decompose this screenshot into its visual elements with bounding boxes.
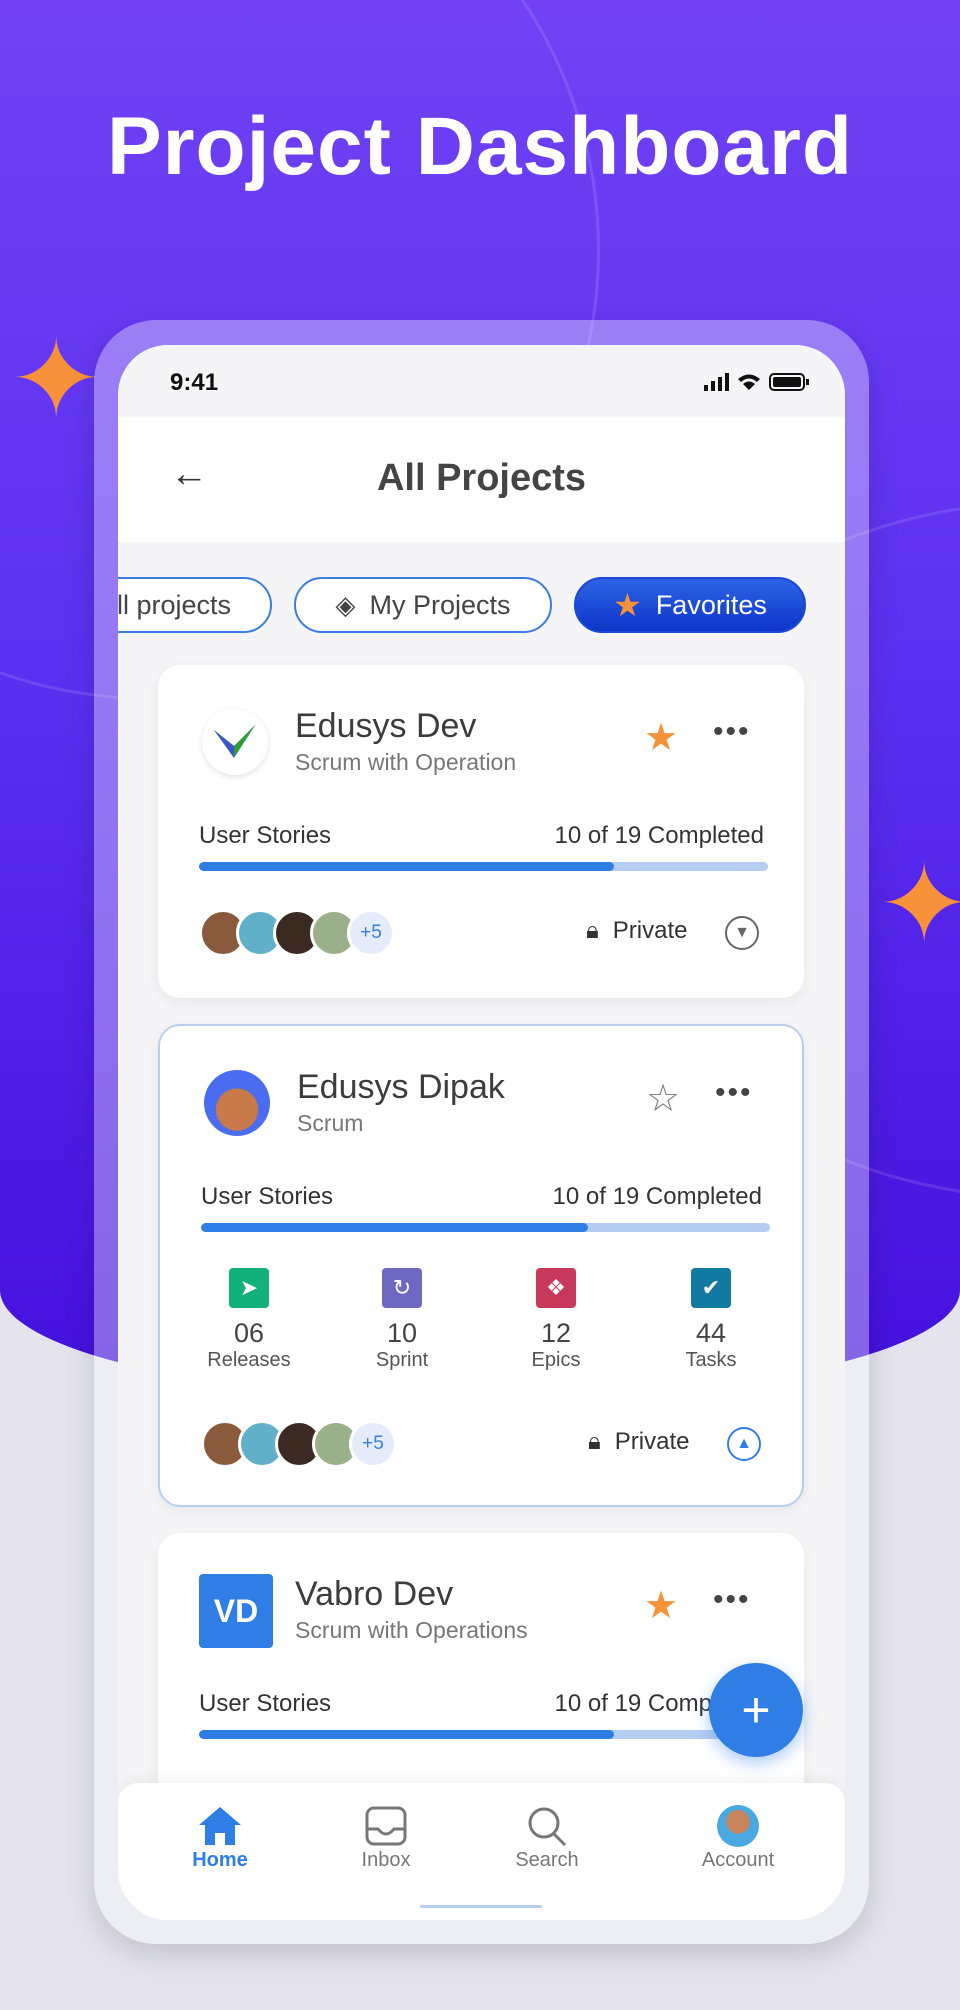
- stat-label: Epics: [531, 1349, 581, 1371]
- favorite-star-icon[interactable]: ☆: [646, 1080, 680, 1118]
- lock-icon: 🔒︎: [586, 917, 599, 944]
- favorite-star-icon[interactable]: ★: [644, 1587, 678, 1625]
- project-logo: [204, 1070, 270, 1136]
- stat-sprint[interactable]: ↻ 10 Sprint: [327, 1268, 477, 1372]
- chip-my-projects[interactable]: ◈ My Projects: [294, 577, 552, 633]
- stat-label: Tasks: [685, 1349, 737, 1371]
- expand-chevron-icon[interactable]: ▼: [725, 916, 759, 950]
- more-options-icon[interactable]: •••: [713, 1583, 751, 1617]
- project-name: Edusys Dipak: [297, 1068, 505, 1106]
- status-icons: [704, 373, 809, 391]
- search-icon: [487, 1803, 607, 1849]
- more-members-badge: +5: [349, 1420, 397, 1468]
- lock-icon: 🔒︎: [588, 1428, 601, 1455]
- layers-icon: ◈: [335, 589, 356, 620]
- nav-label: Home: [192, 1849, 248, 1871]
- chip-all-projects[interactable]: All projects: [118, 577, 272, 633]
- chip-label: Favorites: [655, 589, 767, 620]
- project-logo: VD: [199, 1574, 273, 1648]
- page-title: Project Dashboard: [106, 101, 854, 192]
- phone-screen: 9:41 ← All Projects All projects ◈ My Pro…: [118, 345, 845, 1920]
- progress-label: User Stories: [199, 822, 332, 849]
- home-icon: [160, 1803, 280, 1849]
- project-card[interactable]: Edusys Dev Scrum with Operation ★ ••• Us…: [158, 665, 804, 998]
- progress-text: 10 of 19 Completed: [554, 822, 764, 849]
- stat-value: 06: [233, 1318, 265, 1348]
- sparkle-icon: ✦: [10, 318, 103, 441]
- progress-label: User Stories: [199, 1690, 332, 1717]
- member-avatars[interactable]: +5: [201, 1420, 397, 1468]
- visibility-label: Private: [612, 917, 688, 944]
- progress-text: 10 of 19 Completed: [552, 1183, 762, 1210]
- project-type: Scrum with Operations: [295, 1617, 528, 1643]
- stat-tasks[interactable]: ✔ 44 Tasks: [636, 1268, 786, 1372]
- nav-search[interactable]: Search: [487, 1803, 607, 1872]
- more-options-icon[interactable]: •••: [715, 1076, 753, 1110]
- chip-label: All projects: [118, 589, 232, 620]
- visibility: 🔒︎ Private: [586, 917, 687, 945]
- screen-title: All Projects: [376, 457, 587, 499]
- diamonds-icon: ❖: [536, 1268, 576, 1308]
- progress-bar: [199, 862, 768, 871]
- nav-label: Search: [515, 1849, 579, 1871]
- project-logo: [202, 709, 268, 775]
- collapse-chevron-icon[interactable]: ▲: [727, 1427, 761, 1461]
- nav-inbox[interactable]: Inbox: [326, 1803, 446, 1872]
- stat-value: 10: [386, 1318, 418, 1348]
- progress-bar: [201, 1223, 770, 1232]
- project-card[interactable]: Edusys Dipak Scrum ☆ ••• User Stories 10…: [158, 1024, 804, 1507]
- project-type: Scrum: [297, 1110, 364, 1136]
- favorite-star-icon[interactable]: ★: [644, 719, 678, 757]
- chip-favorites[interactable]: ★ Favorites: [574, 577, 806, 633]
- project-name: Vabro Dev: [295, 1575, 454, 1613]
- project-name: Edusys Dev: [295, 707, 477, 745]
- stat-value: 44: [695, 1318, 727, 1348]
- status-time: 9:41: [170, 369, 219, 396]
- visibility: 🔒︎ Private: [588, 1428, 689, 1456]
- more-options-icon[interactable]: •••: [713, 715, 751, 749]
- home-indicator: [420, 1905, 542, 1908]
- stat-label: Releases: [207, 1349, 291, 1371]
- account-avatar: [678, 1803, 798, 1849]
- sprint-cycle-icon: ↻: [382, 1268, 422, 1308]
- check-circle-icon: ✔: [691, 1268, 731, 1308]
- stat-value: 12: [540, 1318, 572, 1348]
- nav-label: Inbox: [361, 1849, 411, 1871]
- member-avatars[interactable]: +5: [199, 909, 395, 957]
- nav-home[interactable]: Home: [160, 1803, 280, 1872]
- stat-epics[interactable]: ❖ 12 Epics: [481, 1268, 631, 1372]
- paper-plane-icon: ➤: [229, 1268, 269, 1308]
- add-project-button[interactable]: +: [709, 1663, 803, 1757]
- sparkle-icon: ✦: [878, 843, 960, 966]
- star-icon: ★: [613, 587, 642, 623]
- status-bar: 9:41: [118, 345, 845, 417]
- project-type: Scrum with Operation: [295, 749, 517, 775]
- inbox-icon: [326, 1803, 446, 1849]
- nav-label: Account: [701, 1849, 775, 1871]
- header: ← All Projects: [118, 417, 845, 542]
- bottom-nav: Home Inbox Search Account: [118, 1783, 845, 1920]
- more-members-badge: +5: [347, 909, 395, 957]
- visibility-label: Private: [614, 1428, 690, 1455]
- stat-releases[interactable]: ➤ 06 Releases: [174, 1268, 324, 1372]
- stat-label: Sprint: [375, 1349, 429, 1371]
- chip-label: My Projects: [369, 589, 511, 620]
- nav-account[interactable]: Account: [678, 1803, 798, 1872]
- progress-bar: [199, 1730, 768, 1739]
- progress-label: User Stories: [201, 1183, 334, 1210]
